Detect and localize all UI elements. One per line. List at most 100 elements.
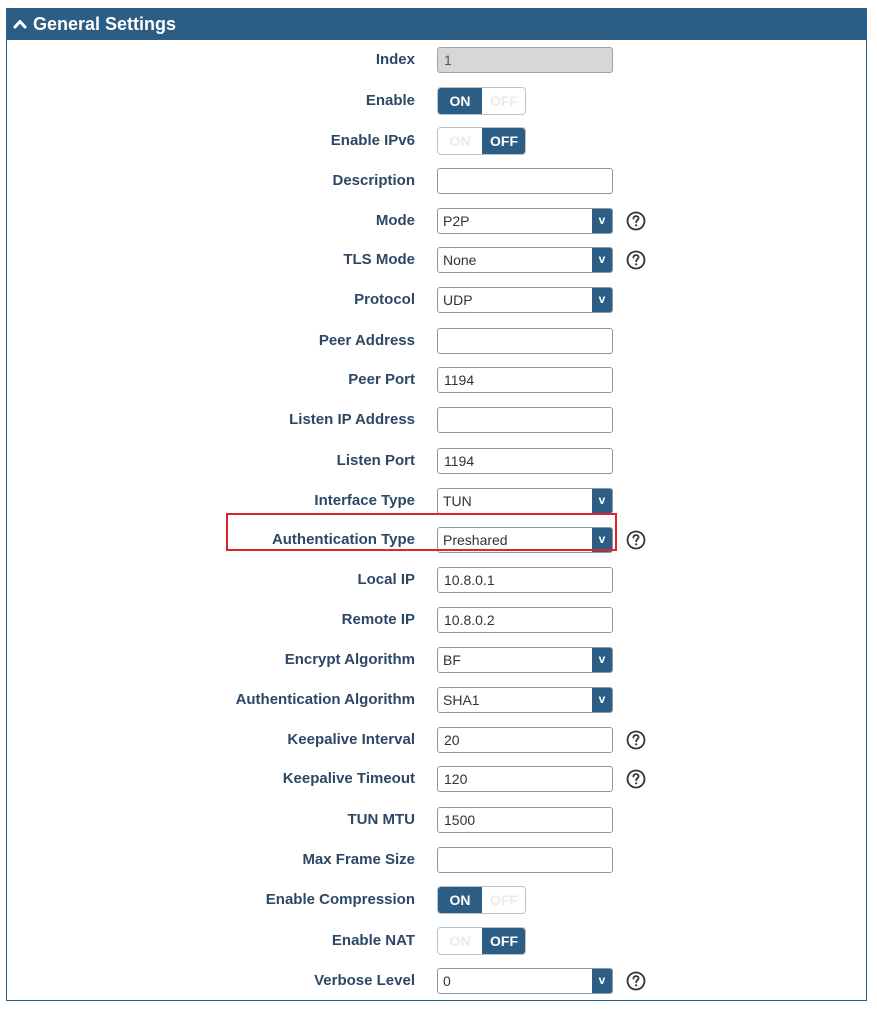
local-ip-field[interactable]: 10.8.0.1 [437, 567, 613, 593]
row-keepalive-interval: Keepalive Interval 20 [7, 725, 868, 755]
chevron-down-icon[interactable]: v [592, 248, 612, 272]
peer-address-field[interactable] [437, 328, 613, 354]
enable-compression-label: Enable Compression [265, 891, 415, 908]
row-mode: Mode P2P v [7, 206, 868, 236]
enable-ipv6-toggle-on[interactable]: ON [438, 128, 482, 154]
max-frame-size-field[interactable] [437, 847, 613, 873]
protocol-select[interactable]: UDP v [437, 287, 613, 313]
remote-ip-field[interactable]: 10.8.0.2 [437, 607, 613, 633]
protocol-label: Protocol [354, 291, 415, 308]
peer-port-label: Peer Port [348, 371, 415, 388]
mode-select[interactable]: P2P v [437, 208, 613, 234]
row-verbose-level: Verbose Level 0 v [7, 966, 868, 996]
description-label: Description [332, 172, 415, 189]
panel-header[interactable]: General Settings [7, 9, 866, 40]
index-label: Index [375, 51, 415, 68]
listen-port-field[interactable]: 1194 [437, 448, 613, 474]
row-index: Index 1 [7, 45, 868, 75]
enable-label: Enable [365, 92, 415, 109]
row-interface-type: Interface Type TUN v [7, 486, 868, 516]
enable-ipv6-toggle[interactable]: ON OFF [437, 127, 526, 155]
enable-toggle-on[interactable]: ON [438, 88, 482, 114]
enable-nat-toggle-off[interactable]: OFF [482, 928, 525, 954]
index-field: 1 [437, 47, 613, 73]
tls-mode-select[interactable]: None v [437, 247, 613, 273]
enable-compression-toggle-off[interactable]: OFF [482, 887, 525, 913]
row-encrypt-algorithm: Encrypt Algorithm BF v [7, 645, 868, 675]
chevron-down-icon[interactable]: v [592, 489, 612, 513]
peer-port-field[interactable]: 1194 [437, 367, 613, 393]
help-icon[interactable] [626, 730, 646, 750]
authentication-algorithm-value: SHA1 [443, 692, 480, 708]
help-icon[interactable] [626, 211, 646, 231]
chevron-down-icon[interactable]: v [592, 648, 612, 672]
chevron-down-icon[interactable]: v [592, 209, 612, 233]
authentication-type-label: Authentication Type [271, 531, 415, 548]
authentication-algorithm-select[interactable]: SHA1 v [437, 687, 613, 713]
help-icon[interactable] [626, 250, 646, 270]
help-icon[interactable] [626, 971, 646, 991]
row-remote-ip: Remote IP 10.8.0.2 [7, 605, 868, 635]
chevron-down-icon[interactable]: v [592, 969, 612, 993]
row-local-ip: Local IP 10.8.0.1 [7, 565, 868, 595]
enable-ipv6-toggle-off[interactable]: OFF [482, 128, 525, 154]
chevron-down-icon[interactable]: v [592, 528, 612, 552]
chevron-up-icon[interactable] [13, 17, 27, 31]
enable-compression-toggle[interactable]: ON OFF [437, 886, 526, 914]
keepalive-timeout-field[interactable]: 120 [437, 766, 613, 792]
row-tls-mode: TLS Mode None v [7, 245, 868, 275]
max-frame-size-label: Max Frame Size [302, 851, 415, 868]
chevron-down-icon[interactable]: v [592, 288, 612, 312]
remote-ip-label: Remote IP [341, 611, 415, 628]
description-field[interactable] [437, 168, 613, 194]
authentication-type-value: Preshared [443, 532, 508, 548]
tun-mtu-field[interactable]: 1500 [437, 807, 613, 833]
enable-nat-toggle-on[interactable]: ON [438, 928, 482, 954]
encrypt-algorithm-value: BF [443, 652, 461, 668]
general-settings-panel: General Settings Index 1 Enable ON OFF E… [6, 8, 867, 1001]
keepalive-interval-field[interactable]: 20 [437, 727, 613, 753]
row-listen-ip: Listen IP Address [7, 405, 868, 435]
row-max-frame-size: Max Frame Size [7, 845, 868, 875]
enable-nat-label: Enable NAT [331, 932, 415, 949]
listen-port-label: Listen Port [336, 452, 415, 469]
row-listen-port: Listen Port 1194 [7, 446, 868, 476]
help-icon[interactable] [626, 530, 646, 550]
row-description: Description [7, 166, 868, 196]
tun-mtu-label: TUN MTU [347, 811, 416, 828]
encrypt-algorithm-label: Encrypt Algorithm [284, 651, 415, 668]
mode-label: Mode [375, 212, 415, 229]
row-enable-ipv6: Enable IPv6 ON OFF [7, 126, 868, 156]
row-peer-address: Peer Address [7, 326, 868, 356]
mode-value: P2P [443, 213, 470, 229]
interface-type-value: TUN [443, 493, 472, 509]
row-peer-port: Peer Port 1194 [7, 365, 868, 395]
keepalive-timeout-label: Keepalive Timeout [282, 770, 415, 787]
listen-ip-field[interactable] [437, 407, 613, 433]
enable-ipv6-label: Enable IPv6 [330, 132, 415, 149]
keepalive-interval-label: Keepalive Interval [287, 731, 415, 748]
row-authentication-algorithm: Authentication Algorithm SHA1 v [7, 685, 868, 715]
help-icon[interactable] [626, 769, 646, 789]
row-keepalive-timeout: Keepalive Timeout 120 [7, 764, 868, 794]
enable-compression-toggle-on[interactable]: ON [438, 887, 482, 913]
row-protocol: Protocol UDP v [7, 285, 868, 315]
listen-ip-label: Listen IP Address [289, 411, 415, 428]
enable-nat-toggle[interactable]: ON OFF [437, 927, 526, 955]
verbose-level-label: Verbose Level [314, 972, 415, 989]
peer-address-label: Peer Address [318, 332, 415, 349]
enable-toggle[interactable]: ON OFF [437, 87, 526, 115]
interface-type-select[interactable]: TUN v [437, 488, 613, 514]
authentication-type-select[interactable]: Preshared v [437, 527, 613, 553]
protocol-value: UDP [443, 292, 473, 308]
enable-toggle-off[interactable]: OFF [482, 88, 525, 114]
chevron-down-icon[interactable]: v [592, 688, 612, 712]
row-enable-nat: Enable NAT ON OFF [7, 926, 868, 956]
row-enable-compression: Enable Compression ON OFF [7, 885, 868, 915]
authentication-algorithm-label: Authentication Algorithm [235, 691, 415, 708]
row-tun-mtu: TUN MTU 1500 [7, 805, 868, 835]
encrypt-algorithm-select[interactable]: BF v [437, 647, 613, 673]
panel-title: General Settings [33, 14, 177, 34]
row-enable: Enable ON OFF [7, 86, 868, 116]
verbose-level-select[interactable]: 0 v [437, 968, 613, 994]
